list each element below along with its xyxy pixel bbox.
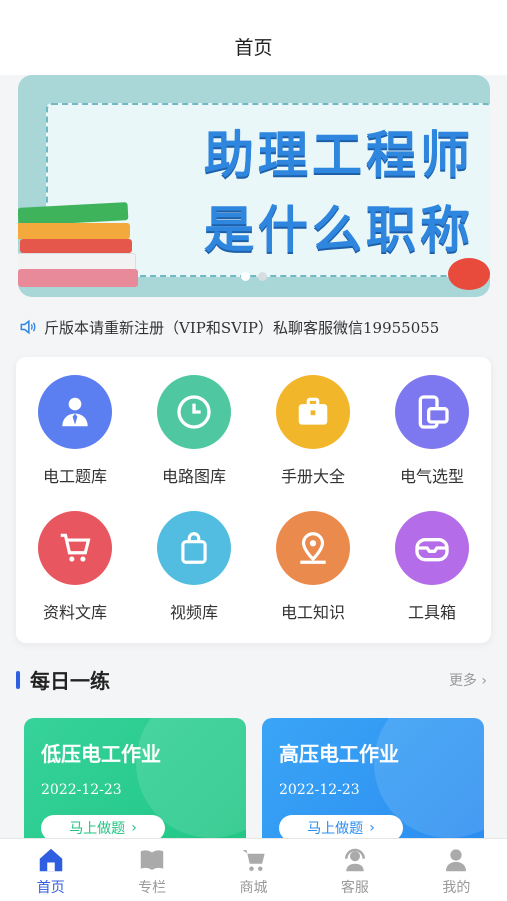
grid-item-electric-questions[interactable]: 电工题库 — [16, 357, 134, 487]
cart-icon — [38, 511, 112, 585]
tab-home[interactable]: 首页 — [0, 839, 101, 901]
daily-practice-header: 每日一练 更多 › — [16, 665, 491, 695]
chevron-right-icon: › — [481, 673, 487, 689]
notice-text: 斤版本请重新注册（VIP和SVIP）私聊客服微信19955055 — [44, 318, 440, 337]
grid-item-electric-knowledge[interactable]: 电工知识 — [254, 493, 372, 623]
grid-item-circuit-diagrams[interactable]: 电路图库 — [135, 357, 253, 487]
carousel-dots — [0, 272, 507, 281]
carousel-dot-2[interactable] — [257, 272, 267, 281]
grid-item-label: 手册大全 — [280, 467, 345, 486]
grid-item-document-library[interactable]: 资料文库 — [16, 493, 134, 623]
start-practice-label: 马上做题 — [69, 821, 126, 837]
practice-date: 2022-12-23 — [41, 782, 122, 798]
home-icon — [39, 848, 62, 872]
carousel-dot-1[interactable] — [240, 272, 250, 281]
more-link[interactable]: 更多 › — [449, 670, 487, 690]
grid-item-manuals[interactable]: 手册大全 — [254, 357, 372, 487]
tab-service[interactable]: 客服 — [304, 839, 405, 901]
page-title: 首页 — [234, 37, 273, 59]
bottom-tab-bar: 首页 专栏 商城 客服 我的 — [0, 838, 507, 901]
cart-icon — [242, 850, 265, 871]
grid-item-label: 电气选型 — [399, 467, 464, 486]
person-icon — [446, 849, 467, 872]
grid-item-toolbox[interactable]: 工具箱 — [373, 493, 491, 623]
tab-mall[interactable]: 商城 — [203, 839, 304, 901]
grid-item-label: 工具箱 — [407, 603, 456, 622]
tab-label: 商城 — [239, 880, 268, 896]
banner-line-1: 助理工程师 — [204, 126, 474, 184]
tab-label: 客服 — [340, 880, 369, 896]
chevron-right-icon: › — [369, 820, 375, 836]
more-label: 更多 — [448, 673, 477, 689]
tab-label: 专栏 — [138, 880, 167, 896]
section-accent-bar — [16, 671, 20, 689]
user-tie-icon — [38, 375, 112, 449]
grid-item-electrical-selection[interactable]: 电气选型 — [373, 357, 491, 487]
headset-icon — [344, 848, 365, 872]
notice-bar[interactable]: 斤版本请重新注册（VIP和SVIP）私聊客服微信19955055 — [18, 313, 498, 341]
practice-card-low-voltage[interactable]: 低压电工作业 2022-12-23 马上做题 › — [24, 718, 246, 858]
grid-item-label: 电路图库 — [161, 467, 226, 486]
speaker-icon — [20, 319, 36, 335]
practice-date: 2022-12-23 — [279, 782, 360, 798]
tab-label: 首页 — [36, 880, 65, 896]
chevron-right-icon: › — [131, 820, 137, 836]
clock-icon — [157, 375, 231, 449]
banner-line-2: 是什么职称 — [204, 201, 474, 259]
tab-mine[interactable]: 我的 — [406, 839, 507, 901]
banner-carousel[interactable]: 助理工程师 是什么职称 — [18, 75, 490, 297]
start-practice-label: 马上做题 — [307, 821, 364, 837]
practice-title: 高压电工作业 — [279, 742, 399, 766]
grid-item-label: 视频库 — [169, 603, 218, 622]
feature-grid: 电工题库 电路图库 手册大全 电气选型 资料文库 视频库 电工知识 工具箱 — [16, 357, 491, 643]
map-pin-icon — [276, 511, 350, 585]
top-header: 首页 — [0, 0, 507, 75]
grid-item-label: 电工题库 — [42, 467, 107, 486]
section-title: 每日一练 — [30, 669, 110, 693]
tab-label: 我的 — [442, 880, 471, 896]
bag-icon — [157, 511, 231, 585]
toolbox-icon — [395, 511, 469, 585]
devices-icon — [395, 375, 469, 449]
grid-item-label: 电工知识 — [280, 603, 345, 622]
practice-title: 低压电工作业 — [41, 742, 161, 766]
tab-column[interactable]: 专栏 — [101, 839, 202, 901]
book-icon — [140, 850, 164, 870]
briefcase-icon — [276, 375, 350, 449]
grid-item-video-library[interactable]: 视频库 — [135, 493, 253, 623]
grid-item-label: 资料文库 — [42, 603, 107, 622]
practice-card-high-voltage[interactable]: 高压电工作业 2022-12-23 马上做题 › — [262, 718, 484, 858]
